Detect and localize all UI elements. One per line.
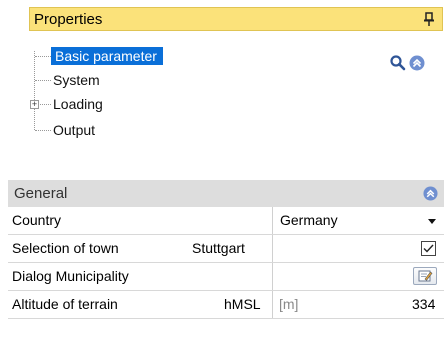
pin-icon[interactable]	[423, 10, 435, 28]
tree-connector	[35, 56, 51, 57]
tree-connector	[40, 104, 51, 105]
general-section-header[interactable]: General	[8, 180, 444, 207]
chevron-down-icon[interactable]	[428, 219, 436, 224]
property-label: Altitude of terrain	[12, 296, 118, 312]
property-row-altitude-of-terrain: Altitude of terrain hMSL [m] 334	[8, 291, 444, 319]
property-label: Dialog Municipality	[12, 268, 129, 284]
search-icon[interactable]	[389, 54, 407, 72]
tree-connector	[35, 80, 51, 81]
property-row-country: Country Germany	[8, 207, 444, 235]
property-row-selection-of-town: Selection of town Stuttgart	[8, 235, 444, 263]
general-section-title: General	[14, 185, 68, 202]
dialog-municipality-button[interactable]	[413, 267, 437, 285]
column-divider	[272, 263, 273, 290]
property-label: Selection of town	[12, 240, 119, 256]
expand-toggle-icon[interactable]: +	[30, 100, 39, 109]
collapse-up-icon[interactable]	[423, 186, 438, 201]
property-symbol: Stuttgart	[192, 240, 245, 256]
tree-item-basic-parameter[interactable]: Basic parameter	[51, 47, 163, 65]
tree-connector	[35, 130, 51, 131]
property-label: Country	[12, 212, 62, 228]
column-divider	[272, 207, 273, 234]
tree-item-system[interactable]: System	[53, 71, 100, 89]
edit-dialog-icon	[418, 270, 433, 282]
tree-connector-line	[34, 51, 35, 130]
tree-item-output[interactable]: Output	[53, 121, 95, 139]
properties-header: Properties	[29, 7, 443, 31]
altitude-value-field[interactable]: 334	[412, 291, 435, 318]
property-symbol: hMSL	[224, 296, 261, 312]
collapse-up-icon[interactable]	[409, 55, 425, 71]
navigator-tree: Basic parameter System + Loading Output	[27, 46, 327, 156]
properties-title: Properties	[34, 11, 103, 28]
tree-item-loading[interactable]: Loading	[53, 95, 103, 113]
country-select[interactable]: Germany	[280, 207, 338, 234]
checkmark-icon	[423, 244, 434, 253]
column-divider	[272, 291, 273, 318]
property-unit: [m]	[279, 296, 299, 312]
selection-of-town-checkbox[interactable]	[421, 241, 436, 256]
column-divider	[272, 235, 273, 262]
property-row-dialog-municipality: Dialog Municipality	[8, 263, 444, 291]
